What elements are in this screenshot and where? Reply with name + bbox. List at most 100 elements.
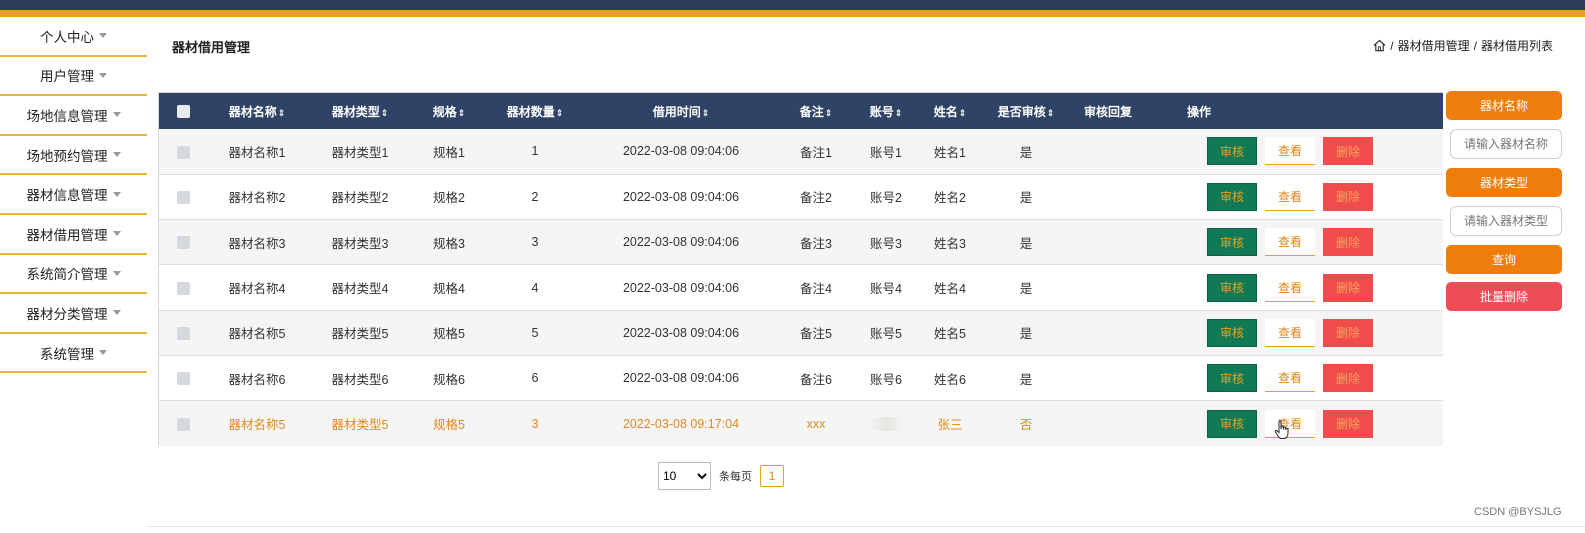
row-checkbox[interactable]: [176, 417, 190, 431]
sidebar-item-venue-booking[interactable]: 场地预约管理: [0, 136, 147, 176]
breadcrumb: / 器材借用管理 / 器材借用列表: [1373, 37, 1553, 54]
column-header-approved[interactable]: 是否审核⇕: [983, 93, 1069, 129]
row-checkbox[interactable]: [176, 236, 190, 250]
row-select-cell[interactable]: [159, 220, 207, 265]
view-button[interactable]: 查看: [1265, 409, 1315, 438]
row-checkbox[interactable]: [176, 372, 190, 386]
cell-qty: 4: [531, 280, 539, 295]
cell-note: 备注1: [800, 145, 832, 160]
cell-reply: [1069, 355, 1147, 400]
delete-button[interactable]: 删除: [1323, 409, 1373, 438]
column-header-qty[interactable]: 器材数量⇕: [485, 93, 585, 129]
cell-time: 2022-03-08 09:04:06: [622, 325, 740, 340]
sort-icon[interactable]: ⇕: [702, 108, 710, 118]
column-header-spec[interactable]: 规格⇕: [413, 93, 485, 129]
breadcrumb-separator: /: [1390, 38, 1394, 53]
review-button[interactable]: 审核: [1207, 409, 1257, 438]
breadcrumb-item[interactable]: 器材借用管理: [1398, 37, 1470, 54]
cell-person: 姓名1: [934, 145, 966, 160]
sidebar-item-equipment-info[interactable]: 器材信息管理: [0, 175, 147, 215]
review-button[interactable]: 审核: [1207, 182, 1257, 211]
column-header-note[interactable]: 备注⇕: [777, 93, 855, 129]
cell-approved: 否: [1019, 418, 1033, 433]
caret-down-icon: [112, 191, 121, 197]
select-all-checkbox[interactable]: [176, 105, 190, 119]
cell-qty: 6: [531, 371, 539, 386]
row-select-cell[interactable]: [159, 129, 207, 174]
column-header-name[interactable]: 器材名称⇕: [207, 93, 307, 129]
column-header-account[interactable]: 账号⇕: [855, 93, 917, 129]
page-button-current[interactable]: 1: [760, 465, 784, 487]
row-checkbox[interactable]: [176, 326, 190, 340]
table-row: 器材名称4 器材类型4 规格4 4 2022-03-08 09:04:06 备注4 账号4 姓…: [159, 264, 1443, 311]
cell-approved: 是: [1019, 236, 1033, 251]
cell-approved: 是: [1019, 191, 1033, 206]
row-checkbox[interactable]: [176, 145, 190, 159]
column-header-type[interactable]: 器材类型⇕: [307, 93, 413, 129]
cell-spec: 规格4: [433, 282, 465, 297]
query-button[interactable]: 查询: [1446, 245, 1562, 274]
table-row: 器材名称2 器材类型2 规格2 2 2022-03-08 09:04:06 备注2 账号2 姓…: [159, 174, 1443, 220]
caret-down-icon: [99, 350, 107, 356]
view-button[interactable]: 查看: [1265, 273, 1315, 302]
sort-icon[interactable]: ⇕: [458, 108, 466, 118]
batch-delete-button[interactable]: 批量删除: [1446, 282, 1562, 311]
row-checkbox[interactable]: [176, 191, 190, 205]
cell-approved: 是: [1019, 372, 1033, 387]
cell-reply: [1069, 401, 1147, 446]
sidebar-item-label: 器材分类管理: [26, 306, 108, 322]
cell-approved: 是: [1019, 327, 1033, 342]
equipment-name-input[interactable]: [1450, 129, 1562, 159]
sort-icon[interactable]: ⇕: [278, 108, 286, 118]
page-size-select[interactable]: 10: [658, 462, 711, 490]
review-button[interactable]: 审核: [1207, 364, 1257, 393]
sidebar: 个人中心 用户管理 场地信息管理 场地预约管理 器材信息管理 器材借用管理 系统…: [0, 17, 147, 374]
sort-icon[interactable]: ⇕: [556, 108, 564, 118]
cell-actions: 审核 查看 删除: [1147, 174, 1443, 219]
row-select-cell[interactable]: [159, 355, 207, 400]
cell-person: 姓名2: [934, 191, 966, 206]
review-button[interactable]: 审核: [1207, 318, 1257, 347]
row-select-cell[interactable]: [159, 401, 207, 446]
column-header-person[interactable]: 姓名⇕: [917, 93, 983, 129]
table-body: 器材名称1 器材类型1 规格1 1 2022-03-08 09:04:06 备注1 账号1 姓…: [159, 129, 1443, 447]
row-select-cell[interactable]: [159, 174, 207, 219]
row-checkbox[interactable]: [176, 281, 190, 295]
sidebar-item-system-management[interactable]: 系统管理: [0, 334, 147, 374]
sidebar-item-label: 场地预约管理: [26, 148, 108, 164]
view-button[interactable]: 查看: [1265, 364, 1315, 393]
delete-button[interactable]: 删除: [1323, 137, 1373, 166]
delete-button[interactable]: 删除: [1323, 273, 1373, 302]
header-select-all[interactable]: [159, 93, 207, 129]
sort-icon[interactable]: ⇕: [895, 108, 903, 118]
delete-button[interactable]: 删除: [1323, 228, 1373, 257]
sort-icon[interactable]: ⇕: [381, 108, 389, 118]
review-button[interactable]: 审核: [1207, 137, 1257, 166]
cell-account: 账号3: [870, 236, 902, 251]
sidebar-item-personal-center[interactable]: 个人中心: [0, 17, 147, 57]
sort-icon[interactable]: ⇕: [1047, 108, 1055, 118]
row-select-cell[interactable]: [159, 265, 207, 310]
delete-button[interactable]: 删除: [1323, 182, 1373, 211]
review-button[interactable]: 审核: [1207, 273, 1257, 302]
review-button[interactable]: 审核: [1207, 228, 1257, 257]
delete-button[interactable]: 删除: [1323, 318, 1373, 347]
view-button[interactable]: 查看: [1265, 228, 1315, 257]
column-header-time[interactable]: 借用时间⇕: [585, 93, 777, 129]
sidebar-item-equipment-category[interactable]: 器材分类管理: [0, 294, 147, 334]
view-button[interactable]: 查看: [1265, 318, 1315, 347]
cell-name: 器材名称4: [228, 282, 286, 297]
sidebar-item-user-management[interactable]: 用户管理: [0, 57, 147, 97]
row-select-cell[interactable]: [159, 310, 207, 355]
sidebar-item-system-intro[interactable]: 系统简介管理: [0, 255, 147, 295]
view-button[interactable]: 查看: [1265, 137, 1315, 166]
home-icon[interactable]: [1373, 39, 1386, 52]
equipment-type-input[interactable]: [1450, 206, 1562, 236]
sidebar-item-venue-info[interactable]: 场地信息管理: [0, 96, 147, 136]
sidebar-item-equipment-borrow[interactable]: 器材借用管理: [0, 215, 147, 255]
view-button[interactable]: 查看: [1265, 182, 1315, 211]
sort-icon[interactable]: ⇕: [825, 108, 833, 118]
watermark: CSDN @BYSJLG: [1474, 506, 1562, 518]
sort-icon[interactable]: ⇕: [959, 108, 967, 118]
delete-button[interactable]: 删除: [1323, 364, 1373, 393]
